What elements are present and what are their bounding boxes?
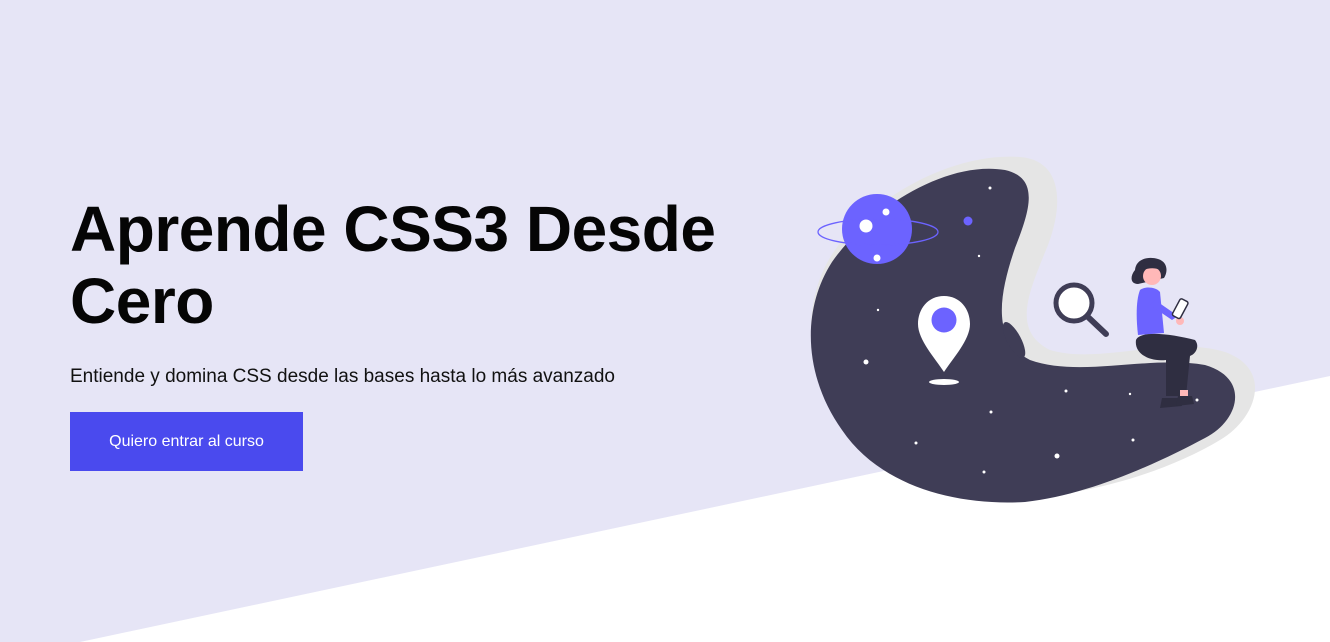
cta-button[interactable]: Quiero entrar al curso (70, 412, 303, 471)
small-planet-dot (963, 216, 973, 226)
magnifier-icon (1053, 282, 1109, 337)
hero-subtitle: Entiende y domina CSS desde las bases ha… (70, 366, 615, 387)
hero-text: Aprende CSS3 Desde Cero Entiende y domin… (70, 193, 770, 471)
hero-illustration (810, 156, 1256, 503)
hero-title: Aprende CSS3 Desde Cero (70, 193, 716, 337)
hero-section: Aprende CSS3 Desde Cero Entiende y domin… (0, 0, 1330, 642)
